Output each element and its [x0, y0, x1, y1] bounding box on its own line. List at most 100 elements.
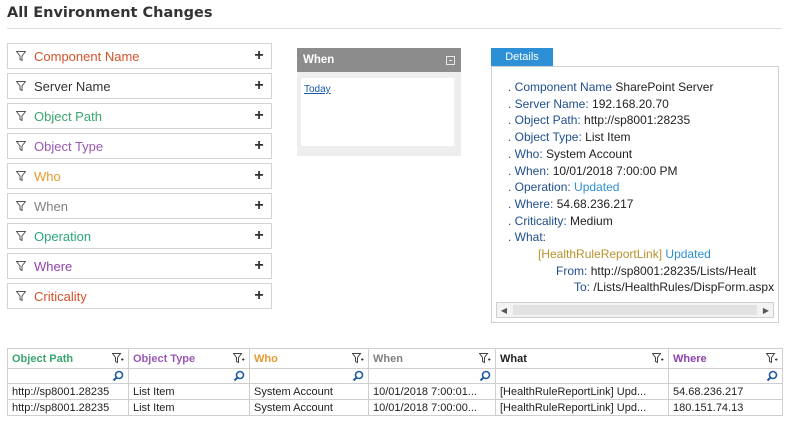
- filter-criticality[interactable]: Criticality +: [7, 283, 272, 309]
- search-icon[interactable]: [766, 370, 778, 382]
- details-content: . Component Name SharePoint Server . Ser…: [508, 79, 775, 296]
- cell-when: 10/01/2018 7:00:00...: [368, 399, 496, 416]
- search-cell-what[interactable]: [495, 368, 669, 384]
- filter-list: Component Name + Server Name + Object Pa…: [7, 43, 272, 313]
- column-header-object-type[interactable]: Object Type: [128, 348, 250, 369]
- filter-icon[interactable]: [766, 353, 778, 364]
- plus-icon[interactable]: +: [253, 228, 265, 244]
- funnel-icon: [16, 291, 26, 301]
- details-panel: . Component Name SharePoint Server . Ser…: [491, 66, 779, 323]
- filter-label: Criticality: [34, 288, 87, 304]
- table-row[interactable]: http://sp8001.28235 List Item System Acc…: [7, 399, 783, 416]
- filter-who[interactable]: Who +: [7, 163, 272, 189]
- filter-label: Server Name: [34, 78, 111, 94]
- detail-who: . Who: System Account: [508, 146, 633, 161]
- search-cell-who[interactable]: [249, 368, 369, 384]
- search-icon[interactable]: [233, 370, 245, 382]
- when-panel-body: Today: [301, 78, 454, 146]
- scroll-right-icon[interactable]: ▶: [759, 303, 773, 317]
- detail-what-summary: [HealthRuleReportLink] Updated: [538, 247, 711, 262]
- detail-component-name: . Component Name SharePoint Server: [508, 80, 714, 94]
- plus-icon[interactable]: +: [253, 168, 265, 184]
- collapse-icon[interactable]: [446, 55, 455, 65]
- tab-details[interactable]: Details: [491, 48, 553, 66]
- detail-criticality: . Criticality: Medium: [508, 213, 613, 228]
- search-icon[interactable]: [479, 370, 491, 382]
- funnel-icon: [16, 201, 26, 211]
- grid-header-row: Object Path Object Type Who When What Wh…: [7, 348, 783, 369]
- detail-server-name: . Server Name: 192.168.20.70: [508, 96, 669, 111]
- funnel-icon: [16, 171, 26, 181]
- detail-object-path: . Object Path: http://sp8001:28235: [508, 113, 691, 128]
- cell-object-path: http://sp8001.28235: [7, 399, 129, 416]
- plus-icon[interactable]: +: [253, 288, 265, 304]
- plus-icon[interactable]: +: [253, 108, 265, 124]
- column-header-what[interactable]: What: [495, 348, 669, 369]
- detail-what-from: From: http://sp8001:28235/Lists/Healt: [556, 263, 757, 278]
- details-horizontal-scrollbar[interactable]: ◀ ▶: [496, 302, 774, 318]
- detail-where: . Where: 54.68.236.217: [508, 196, 634, 211]
- grid-search-row: [7, 368, 783, 384]
- plus-icon[interactable]: +: [253, 48, 265, 64]
- plus-icon[interactable]: +: [253, 138, 265, 154]
- filter-label: Who: [34, 168, 61, 184]
- changes-grid: Object Path Object Type Who When What Wh…: [7, 348, 783, 416]
- filter-server-name[interactable]: Server Name +: [7, 73, 272, 99]
- column-header-where[interactable]: Where: [668, 348, 783, 369]
- filter-object-path[interactable]: Object Path +: [7, 103, 272, 129]
- filter-when[interactable]: When +: [7, 193, 272, 219]
- filter-icon[interactable]: [352, 353, 364, 364]
- cell-object-type: List Item: [128, 399, 250, 416]
- filter-label: When: [34, 198, 68, 214]
- filter-icon[interactable]: [112, 353, 124, 364]
- filter-component-name[interactable]: Component Name +: [7, 43, 272, 69]
- search-icon[interactable]: [352, 370, 364, 382]
- title-divider: [7, 28, 782, 29]
- funnel-icon: [16, 51, 26, 61]
- column-header-object-path[interactable]: Object Path: [7, 348, 129, 369]
- cell-who: System Account: [249, 399, 369, 416]
- filter-label: Where: [34, 258, 73, 274]
- search-cell-where[interactable]: [668, 368, 783, 384]
- column-header-who[interactable]: Who: [249, 348, 369, 369]
- funnel-icon: [16, 261, 26, 271]
- filter-operation[interactable]: Operation +: [7, 223, 272, 249]
- cell-object-type: List Item: [128, 383, 250, 400]
- today-link[interactable]: Today: [304, 84, 331, 95]
- detail-what-to: To: /Lists/HealthRules/DispForm.aspx: [574, 280, 775, 295]
- cell-what: [HealthRuleReportLink] Upd...: [495, 383, 669, 400]
- funnel-icon: [16, 81, 26, 91]
- cell-where: 180.151.74.13: [668, 399, 783, 416]
- plus-icon[interactable]: +: [253, 198, 265, 214]
- filter-where[interactable]: Where +: [7, 253, 272, 279]
- detail-object-type: . Object Type: List Item: [508, 130, 631, 145]
- funnel-icon: [16, 231, 26, 241]
- page-title: All Environment Changes: [7, 5, 213, 21]
- when-panel-header: When: [297, 48, 461, 72]
- detail-what: . What:: [508, 230, 547, 245]
- filter-label: Object Type: [34, 138, 104, 154]
- filter-icon[interactable]: [652, 353, 664, 364]
- plus-icon[interactable]: +: [253, 258, 265, 274]
- search-icon[interactable]: [112, 370, 124, 382]
- search-cell-object-path[interactable]: [7, 368, 129, 384]
- filter-label: Component Name: [34, 48, 140, 64]
- cell-object-path: http://sp8001.28235: [7, 383, 129, 400]
- scrollbar-thumb[interactable]: [513, 305, 757, 315]
- detail-operation: . Operation: Updated: [508, 180, 620, 195]
- scroll-left-icon[interactable]: ◀: [497, 303, 511, 317]
- cell-who: System Account: [249, 383, 369, 400]
- filter-object-type[interactable]: Object Type +: [7, 133, 272, 159]
- table-row[interactable]: http://sp8001.28235 List Item System Acc…: [7, 383, 783, 400]
- filter-icon[interactable]: [233, 353, 245, 364]
- search-cell-when[interactable]: [368, 368, 496, 384]
- plus-icon[interactable]: +: [253, 78, 265, 94]
- when-panel: When Today: [297, 48, 461, 156]
- search-cell-object-type[interactable]: [128, 368, 250, 384]
- cell-where: 54.68.236.217: [668, 383, 783, 400]
- filter-icon[interactable]: [479, 353, 491, 364]
- cell-what: [HealthRuleReportLink] Upd...: [495, 399, 669, 416]
- filter-label: Operation: [34, 228, 92, 244]
- when-panel-title: When: [303, 54, 335, 66]
- column-header-when[interactable]: When: [368, 348, 496, 369]
